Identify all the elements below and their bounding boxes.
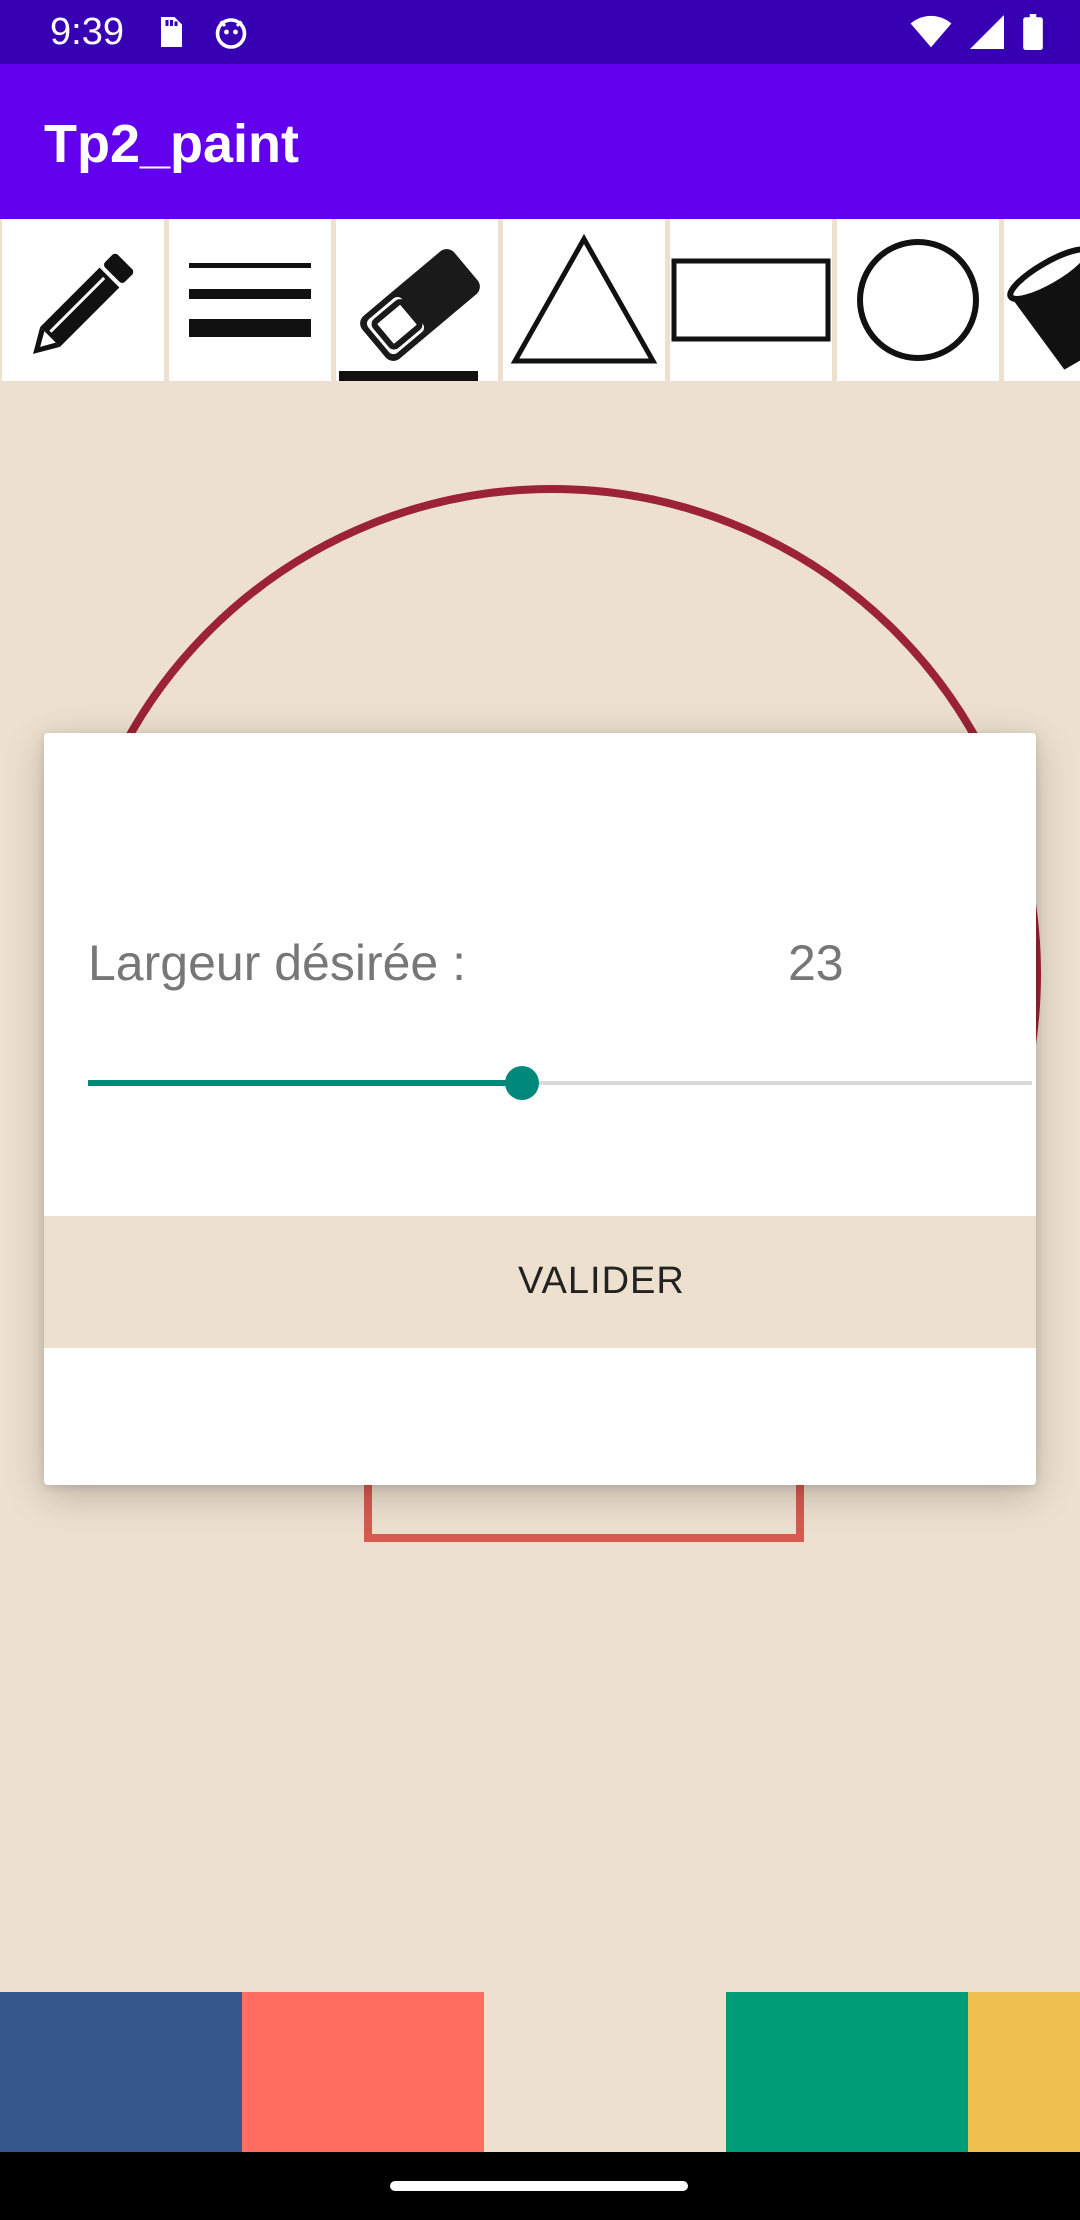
status-bar: 9:39 (0, 0, 1080, 64)
sd-card-icon (152, 14, 188, 50)
color-swatch[interactable] (484, 1992, 726, 2152)
tool-rectangle[interactable] (670, 219, 832, 381)
tool-paint-bucket[interactable] (1004, 219, 1080, 381)
home-gesture-handle[interactable] (390, 2181, 688, 2191)
color-swatch[interactable] (726, 1992, 968, 2152)
wifi-icon (910, 15, 952, 49)
color-swatch[interactable] (0, 1992, 242, 2152)
slider-fill (88, 1080, 523, 1086)
status-right-icons (910, 14, 1044, 50)
tool-eraser[interactable] (336, 219, 498, 381)
validate-button[interactable]: VALIDER (44, 1216, 1036, 1348)
tool-circle[interactable] (837, 219, 999, 381)
tool-triangle[interactable] (503, 219, 665, 381)
status-time: 9:39 (50, 11, 124, 53)
cellular-signal-icon (970, 15, 1004, 49)
battery-icon (1022, 14, 1044, 50)
app-bar: Tp2_paint (0, 64, 1080, 219)
tool-line-thickness[interactable] (169, 219, 331, 381)
app-title: Tp2_paint (44, 114, 300, 174)
validate-label: VALIDER (518, 1260, 685, 1302)
width-label: Largeur désirée : (88, 935, 467, 991)
navigation-bar (0, 2152, 1080, 2220)
width-value: 23 (788, 935, 844, 991)
color-palette (0, 1992, 1080, 2152)
status-left-icons (152, 14, 250, 50)
slider-thumb[interactable] (505, 1066, 540, 1100)
width-slider[interactable] (88, 1063, 1032, 1103)
line-width-dialog: Largeur désirée : 23 VALIDER (44, 733, 1036, 1485)
color-swatch[interactable] (242, 1992, 484, 2152)
android-debug-icon (212, 14, 250, 50)
color-swatch[interactable] (968, 1992, 1080, 2152)
tool-pencil[interactable] (2, 219, 164, 381)
tool-bar (0, 219, 1080, 381)
